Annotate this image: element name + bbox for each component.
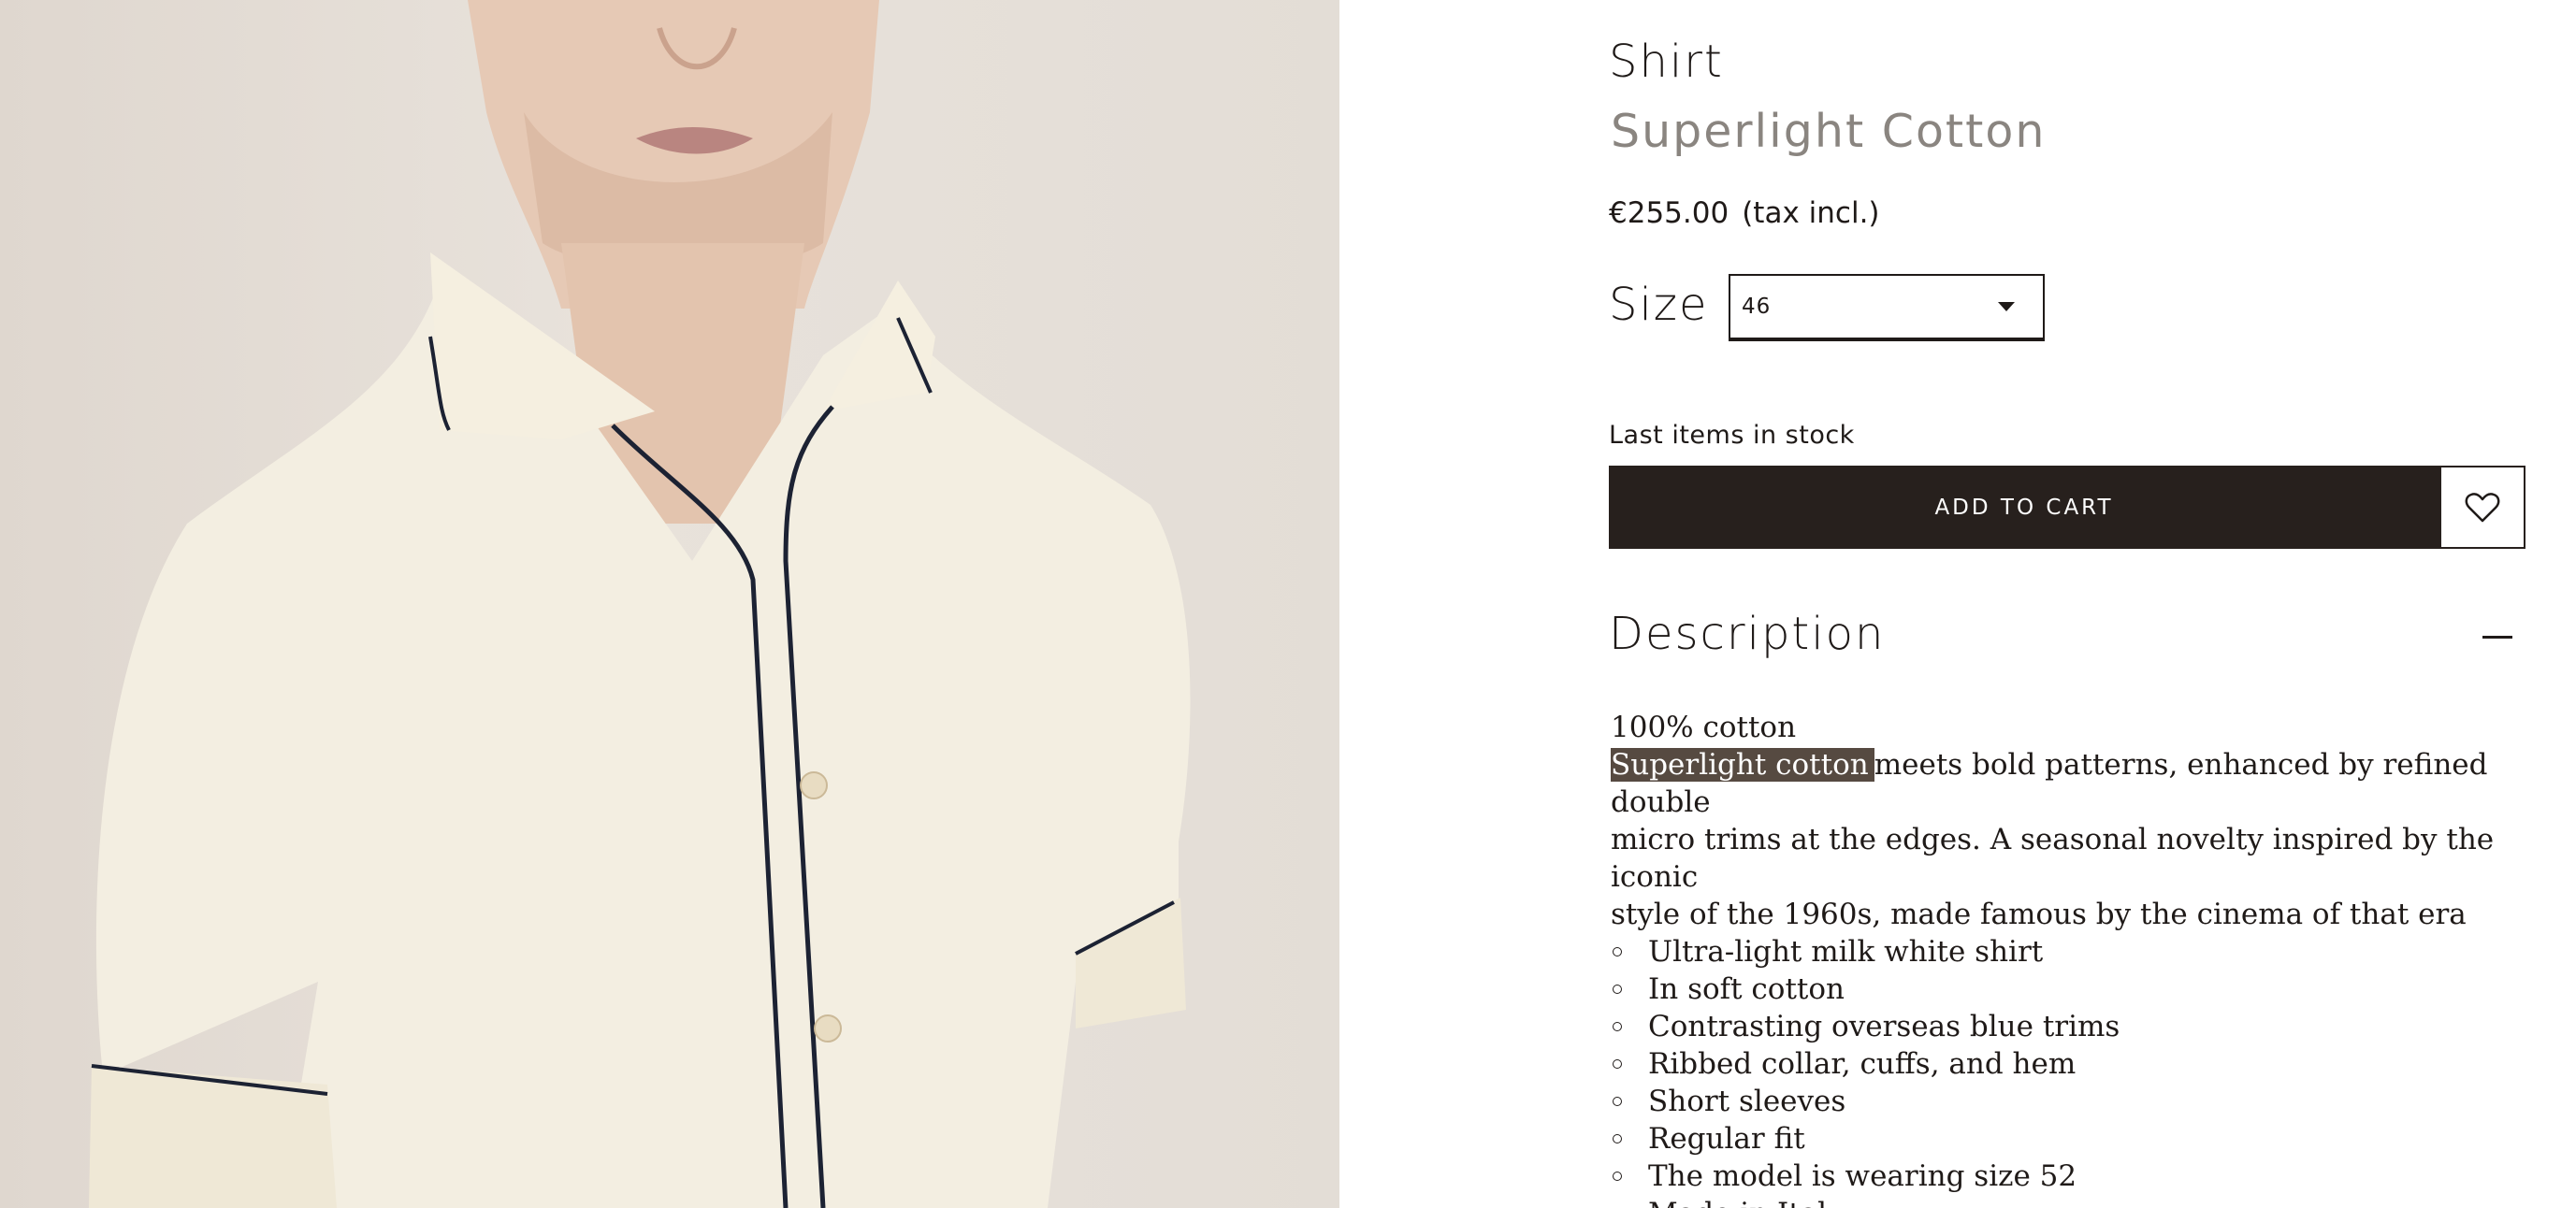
description-title[interactable]: Description: [1609, 608, 1885, 660]
price-row: €255.00 (tax incl.): [1609, 196, 1880, 230]
list-item: Made in Italy: [1611, 1195, 2509, 1208]
list-item-text: Ribbed collar, cuffs, and hem: [1648, 1047, 2077, 1081]
description-body: 100% cotton Superlight cotton meets bold …: [1611, 709, 2509, 1208]
heart-icon: [2465, 492, 2500, 522]
product-category: Shirt: [1609, 36, 1724, 88]
product-price: €255.00: [1609, 196, 1729, 230]
list-item: Ribbed collar, cuffs, and hem: [1611, 1045, 2509, 1083]
description-line-2: micro trims at the edges. A seasonal nov…: [1611, 823, 2495, 894]
bullet-icon: [1613, 1097, 1622, 1106]
list-item: In soft cotton: [1611, 971, 2509, 1008]
list-item-text: Short sleeves: [1648, 1085, 1846, 1118]
product-info-panel: Shirt Superlight Cotton €255.00 (tax incl…: [1609, 0, 2525, 1208]
list-item-text: Made in Italy: [1648, 1197, 1844, 1208]
composition-text: 100% cotton: [1611, 711, 1797, 744]
product-photo: [0, 0, 1339, 1208]
bullet-icon: [1613, 1022, 1622, 1031]
highlighted-text: Superlight cotton: [1611, 748, 1874, 782]
list-item: The model is wearing size 52: [1611, 1158, 2509, 1195]
bullet-icon: [1613, 1059, 1622, 1069]
size-selected-value: 46: [1742, 295, 1772, 319]
list-item: Regular fit: [1611, 1120, 2509, 1158]
bullet-icon: [1613, 985, 1622, 994]
description-paragraph: Superlight cotton meets bold patterns, en…: [1611, 746, 2509, 933]
size-label: Size: [1609, 279, 1709, 331]
tax-note: (tax incl.): [1742, 196, 1880, 230]
stock-status: Last items in stock: [1609, 421, 1855, 450]
bullet-icon: [1613, 947, 1622, 956]
description-line-3: style of the 1960s, made famous by the c…: [1611, 898, 2467, 931]
list-item-text: In soft cotton: [1648, 972, 1845, 1006]
product-name: Superlight Cotton: [1611, 105, 2047, 158]
bullet-icon: [1613, 1134, 1622, 1143]
model-wearing-shirt-illustration: [89, 0, 1191, 1208]
list-item: Contrasting overseas blue trims: [1611, 1008, 2509, 1045]
list-item-text: The model is wearing size 52: [1648, 1159, 2077, 1193]
list-item-text: Ultra-light milk white shirt: [1648, 935, 2044, 969]
wishlist-button[interactable]: [2439, 466, 2525, 549]
add-to-cart-button[interactable]: ADD TO CART: [1609, 466, 2439, 549]
list-item-text: Contrasting overseas blue trims: [1648, 1010, 2120, 1043]
size-select[interactable]: 46: [1729, 274, 2045, 341]
list-item: Short sleeves: [1611, 1083, 2509, 1120]
list-item: Ultra-light milk white shirt: [1611, 933, 2509, 971]
bullet-icon: [1613, 1172, 1622, 1181]
feature-list: Ultra-light milk white shirt In soft cot…: [1611, 933, 2509, 1208]
minus-icon[interactable]: [2482, 636, 2512, 639]
chevron-down-icon: [1998, 302, 2015, 311]
list-item-text: Regular fit: [1648, 1122, 1805, 1156]
